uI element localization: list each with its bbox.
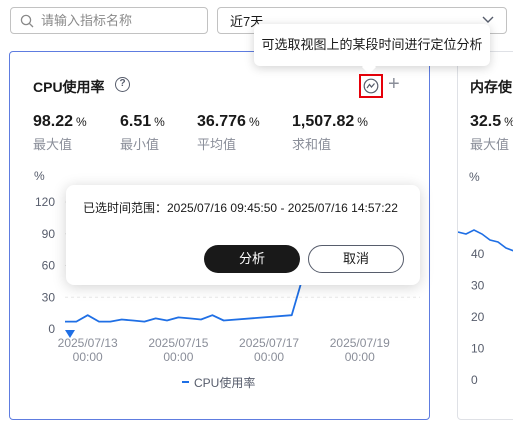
stat-value: 6.51 xyxy=(120,113,152,130)
memory-y-tick-label: 40 xyxy=(471,247,485,261)
search-box[interactable] xyxy=(10,7,208,34)
stat-unit: % xyxy=(76,115,87,129)
card-title: CPU使用率 xyxy=(33,79,105,95)
memory-usage-card: % 0 10 20 30 40 xyxy=(457,51,513,420)
chevron-down-icon xyxy=(482,16,494,23)
memory-y-tick-label: 10 xyxy=(471,342,485,356)
stat-value: 98.22 xyxy=(33,113,74,130)
stat-unit: % xyxy=(357,115,368,129)
stat-label: 最小值 xyxy=(120,137,160,152)
memory-y-unit: % xyxy=(469,170,480,184)
search-icon xyxy=(20,14,34,27)
trend-icon xyxy=(363,78,379,94)
stat-unit: % xyxy=(504,115,513,129)
analyze-button[interactable]: 分析 xyxy=(204,245,300,273)
stat-label: 平均值 xyxy=(197,137,237,152)
memory-card-title: 内存使 xyxy=(470,79,512,95)
stat-value: 1,507.82 xyxy=(292,113,355,130)
stat-value: 32.5 xyxy=(470,113,502,130)
stat-sum: 1,507.82% 求和值 xyxy=(292,113,368,153)
stat-label: 最大值 xyxy=(33,137,73,152)
stat-avg: 36.776% 平均值 xyxy=(197,113,260,153)
stat-unit: % xyxy=(154,115,165,129)
time-range-popup: 已选时间范围：2025/07/16 09:45:50 - 2025/07/16 … xyxy=(66,185,420,285)
stat-max: 98.22% 最大值 xyxy=(33,113,87,153)
memory-stat-max: 32.5% xyxy=(470,113,513,131)
memory-stat-label: 最大值 xyxy=(470,137,510,152)
stat-min: 6.51% 最小值 xyxy=(120,113,165,153)
memory-y-tick-label: 20 xyxy=(471,310,485,324)
stat-value: 36.776 xyxy=(197,113,246,130)
memory-series-line xyxy=(458,229,513,252)
tooltip-text: 可选取视图上的某段时间进行定位分析 xyxy=(261,37,483,52)
memory-chart: % 0 10 20 30 40 xyxy=(458,170,513,387)
stat-label: 求和值 xyxy=(292,137,332,152)
memory-y-tick-label: 30 xyxy=(471,279,485,293)
add-icon[interactable]: + xyxy=(388,73,400,95)
search-input[interactable] xyxy=(41,13,201,28)
stat-unit: % xyxy=(248,115,260,129)
hint-tooltip: 可选取视图上的某段时间进行定位分析 xyxy=(254,24,490,75)
help-icon[interactable]: ? xyxy=(115,77,130,92)
trend-analysis-button[interactable] xyxy=(359,74,383,98)
cancel-button[interactable]: 取消 xyxy=(308,245,404,273)
memory-y-tick-label: 0 xyxy=(471,373,478,387)
selected-time-range: 已选时间范围：2025/07/16 09:45:50 - 2025/07/16 … xyxy=(83,201,398,215)
